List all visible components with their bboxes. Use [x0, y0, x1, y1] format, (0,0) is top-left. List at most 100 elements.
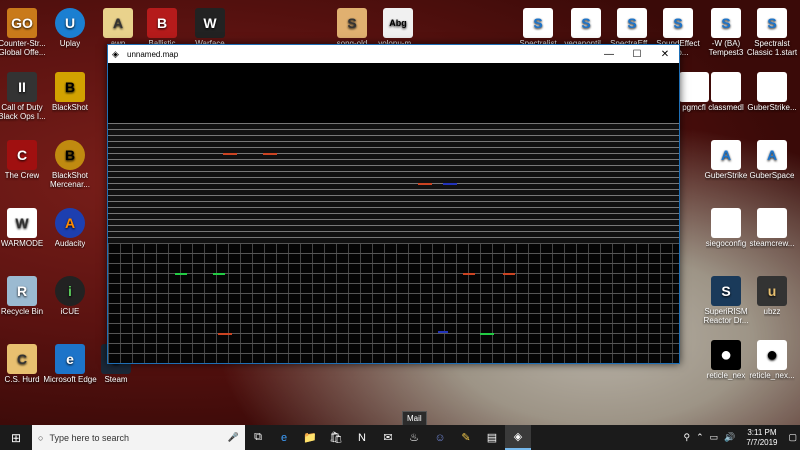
- blackshot-icon: B: [55, 72, 85, 102]
- mail-icon[interactable]: ✉: [375, 425, 401, 450]
- audio-file-icon: S: [337, 8, 367, 38]
- shortcut-icon: S: [757, 8, 787, 38]
- map-marker: [213, 273, 225, 275]
- desktop-icon-label: reticle_nex...: [749, 372, 795, 380]
- desktop-icon-label: siegoconfig: [705, 240, 747, 248]
- start-button[interactable]: ⊞: [0, 425, 32, 450]
- notes-icon[interactable]: ✎: [453, 425, 479, 450]
- desktop-icon-label: ubzz: [763, 308, 781, 316]
- shortcut-icon: S: [663, 8, 693, 38]
- search-box[interactable]: ○ Type here to search 🎤: [32, 425, 245, 450]
- audacity-icon: A: [55, 208, 85, 238]
- superirism-icon: S: [711, 276, 741, 306]
- blackshot-merc-icon: B: [55, 140, 85, 170]
- desktop-icon-guberstrike-config[interactable]: GuberStrike...: [742, 72, 800, 113]
- warface-icon: W: [195, 8, 225, 38]
- document-icon: W: [7, 208, 37, 238]
- map-lower-grid[interactable]: [108, 243, 679, 363]
- desktop-icon-warface[interactable]: W Warface: [180, 8, 240, 49]
- desktop-icon-reticle-nex-2[interactable]: ● reticle_nex...: [742, 340, 800, 381]
- chevron-up-icon[interactable]: ⌃: [693, 432, 707, 443]
- folder-icon: u: [757, 276, 787, 306]
- shortcut-icon: S: [617, 8, 647, 38]
- map-marker: [263, 153, 277, 155]
- desktop-icon-label: WARMODE: [0, 240, 44, 248]
- desktop-icon-label: GuberStrike: [704, 172, 748, 180]
- desktop-icon-label: steamcrew...: [749, 240, 795, 248]
- desktop-icon-font-file[interactable]: Abg volonu-m...: [368, 8, 428, 49]
- csgo-icon: GO: [7, 8, 37, 38]
- desktop-icon-label: iCUE: [60, 308, 80, 316]
- minimize-button[interactable]: —: [595, 45, 623, 63]
- shortcut-icon: S: [523, 8, 553, 38]
- desktop-icon-audacity[interactable]: A Audacity: [40, 208, 100, 249]
- network-icon[interactable]: ▭: [707, 432, 722, 443]
- uplay-icon: U: [55, 8, 85, 38]
- task-view-icon[interactable]: ⧉: [245, 425, 271, 450]
- text-document-icon: A: [757, 140, 787, 170]
- window-titlebar[interactable]: ◈ unnamed.map — ☐ ✕: [108, 45, 679, 63]
- n-app-icon[interactable]: N: [349, 425, 375, 450]
- desktop-icon-label: Steam: [104, 376, 128, 384]
- microphone-icon[interactable]: 🎤: [228, 432, 245, 443]
- reticle-image-icon: ●: [711, 340, 741, 370]
- clock-date: 7/7/2019: [746, 437, 778, 447]
- app-icon: ◈: [112, 49, 119, 59]
- map-marker: [443, 183, 457, 185]
- people-icon[interactable]: ⚲: [680, 432, 693, 443]
- ballistic-icon: B: [147, 8, 177, 38]
- steam-icon[interactable]: ♨: [401, 425, 427, 450]
- search-placeholder: Type here to search: [49, 432, 129, 443]
- map-marker: [463, 273, 475, 275]
- icue-icon: i: [55, 276, 85, 306]
- clock-time: 3:11 PM: [747, 427, 777, 437]
- map-editor-icon[interactable]: ◈: [505, 425, 531, 450]
- cs-hurd-icon: C: [7, 344, 37, 374]
- map-editor-window[interactable]: ◈ unnamed.map — ☐ ✕: [107, 44, 680, 364]
- notifications-icon[interactable]: ▢: [785, 432, 800, 443]
- reticle-image-icon: ●: [757, 340, 787, 370]
- map-marker: [223, 153, 237, 155]
- map-upper-region[interactable]: [108, 123, 679, 243]
- maximize-button[interactable]: ☐: [623, 45, 651, 63]
- desktop-icon-spectralst-classic[interactable]: S Spectralst Classic 1.start: [742, 8, 800, 58]
- shortcut-icon: S: [711, 8, 741, 38]
- document-icon: [757, 208, 787, 238]
- desktop-icon-guberspace[interactable]: A GuberSpace: [742, 140, 800, 181]
- desktop-icon-label: C.S. Hurd: [4, 376, 40, 384]
- map-marker: [418, 183, 432, 185]
- desktop-icon-label: Audacity: [54, 240, 86, 248]
- desktop-icon-blackshot-merc[interactable]: B BlackShot Mercenar...: [40, 140, 100, 190]
- clock[interactable]: 3:11 PM 7/7/2019: [738, 428, 785, 447]
- desktop-icon-label: classmedl: [708, 104, 744, 112]
- desktop-icon-label: BlackShot Mercenar...: [49, 172, 90, 189]
- map-marker: [480, 333, 494, 335]
- map-marker: [503, 273, 515, 275]
- map-canvas[interactable]: [108, 63, 679, 363]
- close-button[interactable]: ✕: [651, 45, 679, 63]
- the-crew-icon: C: [7, 140, 37, 170]
- system-tray: ⚲ ⌃ ▭ 🔊 3:11 PM 7/7/2019 ▢: [680, 425, 800, 450]
- volume-icon[interactable]: 🔊: [721, 432, 738, 443]
- map-marker: [175, 273, 187, 275]
- desktop-icon-label: The Crew: [4, 172, 40, 180]
- desktop-icon-icue[interactable]: i iCUE: [40, 276, 100, 317]
- desktop-icon-ubzz[interactable]: u ubzz: [742, 276, 800, 317]
- window-title: unnamed.map: [127, 49, 179, 59]
- desktop-icon-blackshot[interactable]: B BlackShot: [40, 72, 100, 113]
- file-explorer-icon[interactable]: 📁: [297, 425, 323, 450]
- file-icon: A: [103, 8, 133, 38]
- text-document-icon: A: [711, 140, 741, 170]
- desktop-icon-steamcrew[interactable]: steamcrew...: [742, 208, 800, 249]
- documents-icon[interactable]: ▤: [479, 425, 505, 450]
- desktop-icon-label: Recycle Bin: [0, 308, 44, 316]
- font-file-icon: Abg: [383, 8, 413, 38]
- desktop-icon-label: Uplay: [59, 40, 81, 48]
- taskbar: ⊞ ○ Type here to search 🎤 ⧉ e 📁 🛍 N ✉ ♨ …: [0, 425, 800, 450]
- discord-icon[interactable]: ☺: [427, 425, 453, 450]
- edge-icon[interactable]: e: [271, 425, 297, 450]
- desktop-icon-label: BlackShot: [51, 104, 89, 112]
- shortcut-icon: S: [571, 8, 601, 38]
- store-icon[interactable]: 🛍: [323, 425, 349, 450]
- search-icon: ○: [38, 432, 44, 443]
